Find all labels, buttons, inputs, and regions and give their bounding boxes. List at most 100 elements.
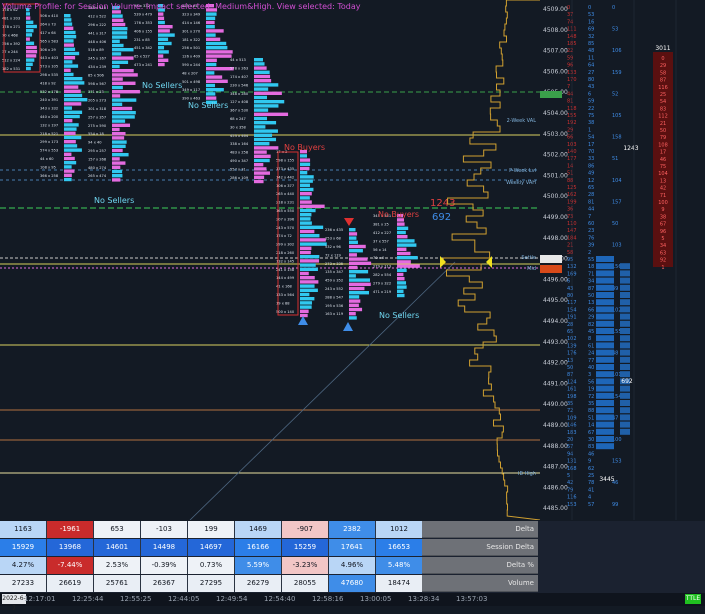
dom-cell: 25: [588, 473, 594, 479]
footprint-bar: [300, 309, 309, 313]
no-sellers-label: No Sellers: [379, 311, 419, 320]
footprint-bar: [206, 83, 216, 88]
footprint-bar: [112, 102, 123, 106]
dom-cell: 6: [567, 279, 570, 285]
dom-ask-cell: 87: [660, 78, 666, 84]
dom-cell: 23: [588, 228, 594, 234]
dom-cell: 67: [588, 430, 594, 436]
footprint-bar: [112, 22, 126, 27]
symbol-date[interactable]: 2022-6-7: [2, 594, 26, 612]
footprint-cell-value: 307 x 396: [276, 217, 295, 221]
buy-signal-triangle: [343, 322, 353, 331]
footprint-column-5[interactable]: 425 x 81323 x 349414 x 146301 x 270181 x…: [182, 4, 234, 104]
footprint-column-8[interactable]: 236 x 435 253 x 68 532 x 96 72 x 119 273 x 3…: [325, 228, 372, 320]
dom-bid-bar: [596, 356, 614, 363]
no-sellers-label: No Sellers: [94, 196, 134, 205]
table-cell: -0.39%: [141, 557, 188, 574]
dom-bid-bar: [620, 421, 630, 428]
dom-cell: 38: [588, 120, 594, 126]
dom-cell: 53: [612, 27, 618, 33]
footprint-cell-value: 512 x 224: [2, 59, 21, 63]
footprint-bar: [254, 142, 270, 146]
current-price-tag: [540, 255, 562, 263]
dom-cell: 95: [567, 257, 573, 263]
footprint-bar: [64, 35, 77, 39]
dom-ask-cell: 108: [658, 142, 668, 148]
footprint-bar: [300, 204, 325, 208]
dom-cell: 57: [567, 444, 573, 450]
footprint-bar: [397, 226, 409, 230]
dom-cell: 9: [588, 459, 591, 465]
footprint-column-4[interactable]: 98 x 332539 x 479176 x 353406 x 155231 x…: [134, 4, 175, 67]
table-cell: 28055: [282, 575, 329, 592]
dom-bid-bar: [596, 392, 614, 399]
dom-ask-cell: 71: [660, 193, 666, 199]
footprint-chart[interactable]: 178 x 62481 x 203178 x 27170 x 468356 x …: [0, 0, 705, 520]
dom-bid-bar: [596, 313, 614, 320]
footprint-cell-value: 240 x 391: [40, 98, 58, 102]
footprint-bar: [112, 69, 134, 73]
dom-cell: 75: [588, 113, 594, 119]
footprint-column-2[interactable]: 506 x 410 264 x 73 417 x 64 565 x 583 306 x …: [40, 14, 88, 182]
dom-cell: 65: [567, 329, 573, 335]
footprint-bar: [64, 106, 72, 110]
price-label: 4491.00: [543, 380, 568, 387]
buy-signal-triangle: [298, 316, 308, 325]
level-tag: IB High: [518, 471, 536, 477]
dom-ask-cell: 75: [660, 164, 666, 170]
dom-ask-cell: 92: [660, 258, 666, 264]
footprint-bar: [254, 167, 267, 171]
footprint-cell-value: 218 x 231: [276, 201, 294, 205]
footprint-cell-value: 264 x 73: [40, 23, 56, 27]
footprint-cell-value: 414 x 146: [182, 21, 201, 25]
dom-bid-bar: [620, 385, 630, 392]
footprint-bar: [206, 79, 228, 83]
dom-bid-bar: [620, 371, 630, 378]
footprint-bar: [64, 93, 83, 98]
dom-bid-bar: [620, 306, 630, 313]
table-cell: 15929: [0, 539, 47, 556]
footprint-column-7[interactable]: 17 x 3598 x 155173 x 435142 x 442106 x 3…: [276, 150, 327, 318]
footprint-column-1[interactable]: 178 x 62481 x 203178 x 27170 x 468356 x …: [2, 8, 38, 71]
footprint-bar: [206, 62, 217, 67]
table-cell: 26279: [235, 575, 282, 592]
dom-cell: 45: [588, 329, 594, 335]
footprint-bar: [112, 98, 137, 102]
footprint-cell-value: 163 x 119: [325, 312, 344, 316]
footprint-bar: [300, 229, 315, 234]
dom-cell: 28: [588, 192, 594, 198]
dom-cell: 35: [567, 401, 573, 407]
dom-bid-bar: [620, 284, 630, 291]
footprint-bar: [300, 154, 308, 158]
trend-line: [189, 261, 456, 520]
footprint-bar: [349, 278, 370, 282]
footprint-bar: [112, 27, 128, 31]
dom-cell: 5: [567, 473, 570, 479]
footprint-cell-value: 218 x 260: [276, 251, 295, 255]
footprint-bar: [64, 64, 79, 68]
footprint-bar: [349, 232, 358, 236]
total-bid-label: 3445: [599, 476, 614, 483]
dom-cell: 43: [588, 84, 594, 90]
dom-cell: 76: [588, 235, 594, 241]
dom-cell: 12: [588, 178, 594, 184]
footprint-column-6[interactable]: 44 x 513 578 x 263 174 x 407 230 x 546 348 x…: [230, 58, 289, 184]
footprint-bar: [112, 144, 126, 148]
dom-bid-bar: [596, 256, 614, 262]
dom-bid-bar: [620, 349, 630, 356]
footprint-column-3[interactable]: 588 x 416412 x 522296 x 222441 x 317448 …: [88, 6, 140, 182]
dom-bid-bar: [596, 299, 614, 306]
table-cell: 18474: [376, 575, 423, 592]
footprint-cell-value: 483 x 258: [230, 151, 249, 155]
price-label: 4495.00: [543, 297, 568, 304]
dom-ask-cell: 5: [661, 236, 664, 242]
footprint-column-9[interactable]: 345 x 351381 x 25412 x 22737 x 55756 x 1…: [373, 214, 420, 298]
dom-cell: 57: [588, 502, 594, 508]
footprint-cell-value: 181 x 322: [182, 38, 200, 42]
footprint-bar: [112, 43, 124, 48]
footprint-cell-value: 578 x 263: [230, 67, 248, 71]
price-label: 4501.00: [543, 172, 568, 179]
dom-cell: 0: [588, 5, 591, 11]
dom-bid-bar: [620, 277, 630, 284]
footprint-cell-value: 48 x 207: [182, 71, 198, 75]
